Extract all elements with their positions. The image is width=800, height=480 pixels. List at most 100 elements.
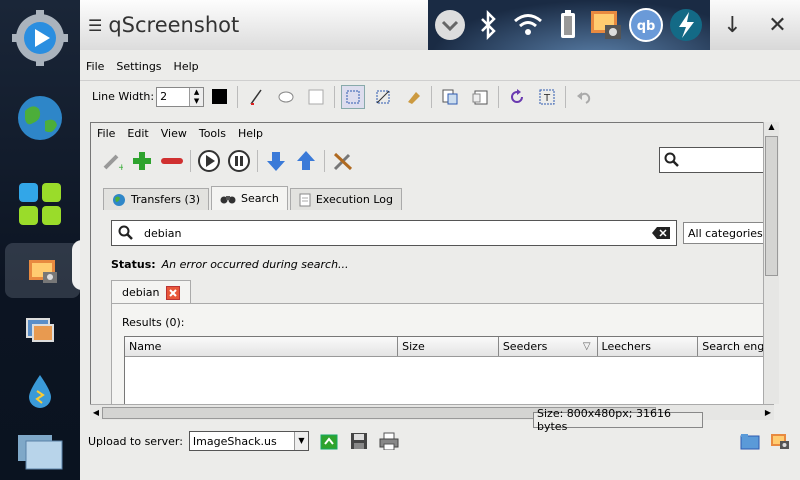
line-tool-icon[interactable] [244, 85, 268, 109]
menu-help[interactable]: Help [174, 60, 199, 78]
upload-label: Upload to server: [88, 434, 183, 448]
add-link-icon[interactable]: + [100, 149, 124, 173]
column-seeders-label: Seeders [502, 340, 548, 353]
qbittorrent-icon[interactable]: qb [628, 7, 664, 43]
search-query: debian [144, 226, 182, 240]
svg-text:qb: qb [637, 19, 656, 34]
tab-bar: Transfers (3) Search Execution Log [103, 186, 404, 210]
column-name-label: Name [129, 340, 162, 353]
server-value: ImageShack.us [192, 434, 277, 448]
wifi-icon[interactable] [510, 7, 546, 43]
water-drop-icon[interactable] [10, 365, 70, 417]
binoculars-icon [220, 195, 236, 203]
move-up-icon[interactable] [294, 149, 318, 173]
minimize-icon[interactable]: ↓ [710, 0, 755, 50]
result-tab[interactable]: debian [111, 280, 191, 304]
inner-menubar: File Edit View Tools Help [91, 123, 263, 143]
color-swatch[interactable] [207, 85, 231, 109]
server-select[interactable]: ImageShack.us ▼ [188, 431, 309, 451]
rotate-icon[interactable] [505, 85, 529, 109]
menu-settings[interactable]: Settings [116, 60, 161, 78]
search-icon [118, 225, 133, 240]
inner-search-field[interactable] [659, 147, 773, 173]
close-icon[interactable]: ✕ [755, 0, 800, 50]
print-icon[interactable] [377, 429, 401, 453]
upload-icon[interactable] [317, 429, 341, 453]
search-input[interactable]: debian [111, 220, 677, 246]
column-size[interactable]: Size [398, 337, 499, 356]
tab-execution-log[interactable]: Execution Log [289, 188, 402, 210]
menu-file[interactable]: File [86, 60, 104, 78]
column-seeders[interactable]: Seeders ▽ [499, 337, 598, 356]
tab-transfers[interactable]: Transfers (3) [103, 188, 210, 210]
screenshot-status-icon[interactable] [588, 7, 624, 43]
windows-switcher-icon[interactable] [10, 425, 70, 477]
line-width-spinbox[interactable]: 2 ▲ ▼ [156, 86, 205, 107]
image-viewer-icon[interactable] [10, 305, 70, 357]
open-folder-icon[interactable] [738, 429, 762, 453]
add-icon[interactable] [130, 149, 154, 173]
window-title: qScreenshot [108, 13, 240, 37]
copy-icon[interactable] [438, 85, 462, 109]
results-count: Results (0): [122, 316, 185, 329]
select-region-icon[interactable] [341, 84, 366, 109]
line-width-value: 2 [160, 90, 168, 103]
rectangle-tool-icon[interactable] [304, 85, 328, 109]
column-leechers[interactable]: Leechers [598, 337, 699, 356]
globe-icon [113, 193, 125, 206]
column-name[interactable]: Name [125, 337, 399, 356]
move-down-icon[interactable] [264, 149, 288, 173]
separator [324, 150, 325, 172]
eraser-tool-icon[interactable] [401, 85, 425, 109]
sort-desc-icon: ▽ [582, 341, 591, 352]
battery-icon[interactable] [550, 7, 586, 43]
column-search-engine[interactable]: Search engine [698, 337, 773, 356]
search-icon [664, 152, 679, 167]
inner-menu-file[interactable]: File [97, 127, 115, 140]
inner-menu-edit[interactable]: Edit [127, 127, 148, 140]
scroll-up-icon[interactable]: ▲ [764, 122, 779, 134]
dropdown-status-icon[interactable] [432, 7, 468, 43]
inner-menu-help[interactable]: Help [238, 127, 263, 140]
result-tab-label: debian [122, 286, 160, 299]
scroll-right-icon[interactable]: ▶ [762, 408, 774, 417]
inner-toolbar: + [97, 145, 358, 177]
inner-menu-view[interactable]: View [161, 127, 187, 140]
drawing-toolbar: Line Width: 2 ▲ ▼ T [80, 80, 800, 112]
bluetooth-icon[interactable] [470, 7, 506, 43]
category-select[interactable]: All categories [683, 222, 773, 244]
dropdown-arrow-icon: ▼ [293, 432, 308, 450]
tab-search[interactable]: Search [211, 186, 288, 210]
scroll-thumb[interactable] [765, 136, 778, 276]
window-titlebar[interactable]: ☰ qScreenshot [80, 0, 428, 50]
vertical-scrollbar[interactable]: ▲ [763, 122, 779, 404]
media-player-icon[interactable] [10, 10, 70, 66]
screenshot-app-icon[interactable] [5, 243, 80, 298]
app-dock [0, 0, 82, 480]
globe-browser-icon[interactable] [10, 92, 70, 144]
column-leechers-label: Leechers [601, 340, 652, 353]
save-icon[interactable] [347, 429, 371, 453]
lightning-icon[interactable] [668, 7, 704, 43]
pause-icon[interactable] [227, 149, 251, 173]
text-tool-icon[interactable]: T [535, 85, 559, 109]
new-screenshot-icon[interactable] [768, 429, 792, 453]
close-tab-icon[interactable] [165, 285, 180, 300]
status-area: qb [428, 0, 710, 50]
resume-icon[interactable] [197, 149, 221, 173]
clear-text-icon[interactable] [652, 227, 670, 239]
results-panel: Results (0): Name Size Seeders ▽ Leechers… [111, 303, 773, 416]
menu-lines-icon[interactable]: ☰ [88, 16, 102, 35]
tab-search-label: Search [241, 192, 279, 205]
crop-tool-icon[interactable] [371, 85, 395, 109]
options-tools-icon[interactable] [331, 149, 355, 173]
spin-arrows-icon[interactable]: ▲ ▼ [189, 87, 204, 106]
paste-icon[interactable] [468, 85, 492, 109]
inner-menu-tools[interactable]: Tools [199, 127, 226, 140]
scroll-left-icon[interactable]: ◀ [90, 408, 102, 417]
undo-icon[interactable] [572, 85, 596, 109]
app-grid-icon[interactable] [10, 178, 70, 230]
ellipse-tool-icon[interactable] [274, 85, 298, 109]
separator [257, 150, 258, 172]
remove-icon[interactable] [160, 149, 184, 173]
